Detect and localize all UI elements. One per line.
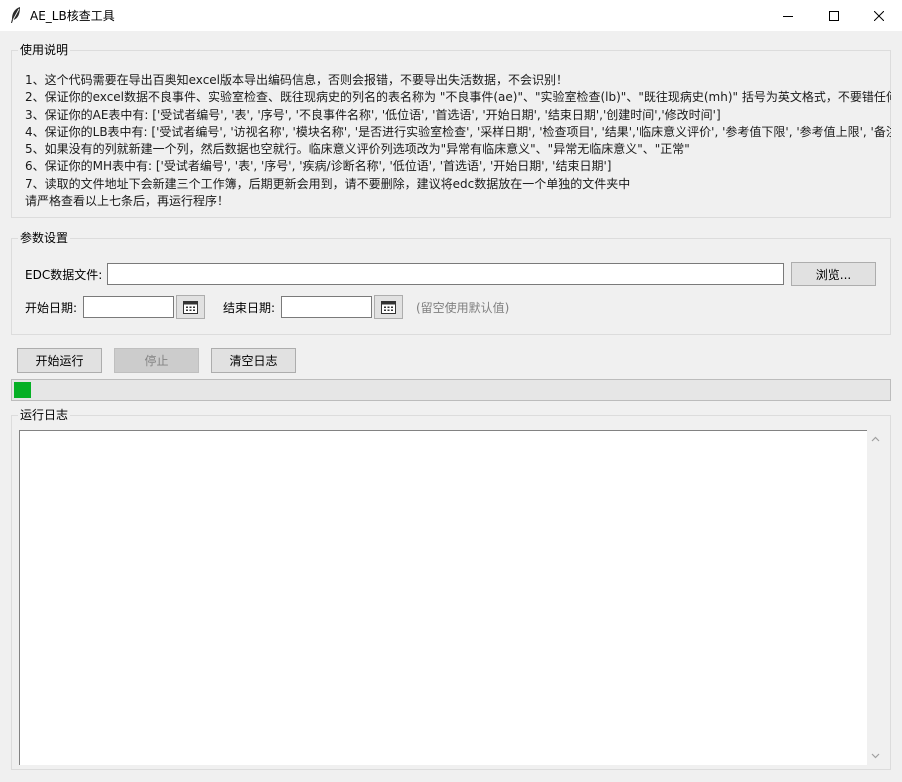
app-window: AE_LB核查工具 使用说明 1、这个代码需要在导出百奥知excel版本导出编码… — [0, 0, 902, 782]
minimize-icon — [783, 15, 793, 17]
instruction-line-6: 6、保证你的MH表中有: ['受试者编号', '表', '序号', '疾病/诊断… — [25, 159, 612, 174]
instruction-line-3: 3、保证你的AE表中有: ['受试者编号', '表', '序号', '不良事件名… — [25, 107, 721, 122]
scroll-up-arrow-icon[interactable] — [871, 435, 880, 444]
stop-button-label: 停止 — [144, 354, 169, 368]
log-text-area[interactable] — [19, 430, 867, 765]
browse-button-label: 浏览... — [815, 267, 852, 282]
instruction-line-2: 2、保证你的excel数据不良事件、实验室检查、既往现病史的列名的表名称为 "不… — [25, 90, 891, 105]
log-group-label: 运行日志 — [18, 407, 71, 423]
start-date-input[interactable] — [83, 296, 174, 318]
close-button[interactable] — [856, 0, 902, 31]
instruction-line-5: 5、如果没有的列就新建一个列，然后数据也空就行。临床意义评价列选项改为"异常有临… — [25, 142, 690, 157]
clear-log-button-label: 清空日志 — [229, 354, 278, 368]
scroll-down-arrow-icon[interactable] — [871, 751, 880, 760]
instruction-line-4: 4、保证你的LB表中有: ['受试者编号', '访视名称', '模块名称', '… — [25, 124, 891, 139]
end-date-picker-button[interactable] — [374, 295, 403, 319]
minimize-button[interactable] — [765, 0, 811, 31]
edc-file-label: EDC数据文件: — [25, 268, 103, 282]
instruction-warning: 请严格查看以上七条后，再运行程序！ — [25, 194, 230, 209]
instruction-line-7: 7、读取的文件地址下会新建三个工作簿，后期更新会用到，请不要删除，建议将edc数… — [25, 176, 631, 191]
stop-button[interactable]: 停止 — [114, 348, 199, 373]
instructions-group-label: 使用说明 — [18, 42, 71, 58]
calendar-icon — [381, 300, 396, 314]
calendar-icon — [183, 300, 198, 314]
params-group: 参数设置 EDC数据文件: 浏览... 开始日期: 结束日期: (留空使用默认值… — [11, 230, 891, 335]
date-hint: (留空使用默认值) — [416, 301, 510, 315]
window-title: AE_LB核查工具 — [30, 9, 115, 23]
params-group-label: 参数设置 — [18, 230, 71, 246]
maximize-icon — [829, 10, 839, 21]
end-date-input[interactable] — [281, 296, 372, 318]
instruction-line-1: 1、这个代码需要在导出百奥知excel版本导出编码信息，否则会报错，不要导出失活… — [25, 73, 569, 87]
log-group: 运行日志 — [11, 407, 891, 770]
close-icon — [874, 10, 884, 21]
end-date-label: 结束日期: — [223, 301, 276, 315]
start-date-label: 开始日期: — [25, 301, 78, 315]
title-bar[interactable]: AE_LB核查工具 — [0, 0, 902, 31]
run-button[interactable]: 开始运行 — [17, 348, 102, 373]
clear-log-button[interactable]: 清空日志 — [211, 348, 296, 373]
progress-bar-fill — [14, 382, 31, 398]
log-scrollbar[interactable] — [867, 430, 884, 765]
browse-button[interactable]: 浏览... — [791, 262, 876, 286]
edc-file-input[interactable] — [107, 263, 784, 285]
instructions-group: 使用说明 1、这个代码需要在导出百奥知excel版本导出编码信息，否则会报错，不… — [11, 42, 891, 218]
start-date-picker-button[interactable] — [176, 295, 205, 319]
progress-bar — [11, 379, 891, 401]
maximize-button[interactable] — [811, 0, 857, 31]
run-button-label: 开始运行 — [35, 354, 84, 368]
feather-icon — [9, 6, 23, 24]
instructions-list: 1、这个代码需要在导出百奥知excel版本导出编码信息，否则会报错，不要导出失活… — [25, 72, 891, 210]
